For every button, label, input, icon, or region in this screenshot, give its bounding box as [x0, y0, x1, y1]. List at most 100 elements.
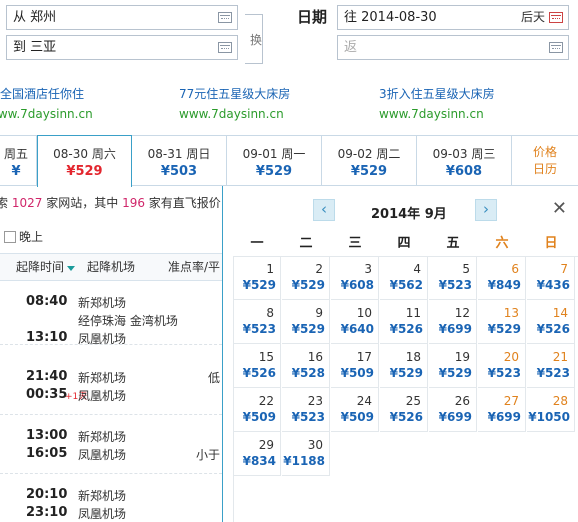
date-tab[interactable]: 08-31 周日 ¥503 [132, 136, 227, 186]
ad-item[interactable]: 3折入住五星级大床房 www.7daysinn.cn [379, 84, 495, 124]
calendar-day[interactable]: 2 ¥529 [282, 256, 330, 300]
depart-airport: 新郑机场 [78, 371, 127, 385]
date-tab-selected[interactable]: 08-30 周六 ¥529 [37, 135, 132, 187]
calendar-day[interactable]: 28 ¥1050 [527, 388, 575, 432]
arrive-time: 23:10 [26, 505, 68, 520]
calendar-day[interactable]: 15 ¥526 [233, 344, 281, 388]
calendar-day[interactable]: 19 ¥529 [429, 344, 477, 388]
city-picker-icon[interactable] [218, 42, 232, 53]
calendar-month-title: 2014年 9月 [371, 207, 447, 222]
depart-time: 13:00 [26, 428, 68, 443]
calendar-day[interactable]: 1 ¥529 [233, 256, 281, 300]
date-tab[interactable]: 周五 ¥ [0, 136, 37, 186]
calendar-day-number: 28 [552, 394, 568, 408]
chevron-left-icon: ‹ [321, 200, 327, 218]
calendar-day[interactable]: 14 ¥526 [527, 300, 575, 344]
flight-row[interactable]: 20:10 新郑机场 23:10 凤凰机场 [0, 476, 232, 522]
arrive-time: 16:05 [26, 446, 68, 461]
return-date-input[interactable]: 返 [337, 35, 569, 60]
weekday-label: 三 [348, 236, 362, 251]
calendar-day-price: ¥529 [291, 322, 325, 336]
calendar-day-price: ¥526 [389, 322, 423, 336]
from-city-input[interactable]: 从 郑州 [6, 5, 238, 30]
depart-time: 08:40 [26, 294, 68, 309]
calendar-day[interactable]: 10 ¥640 [331, 300, 379, 344]
calendar-day-price: ¥526 [389, 410, 423, 424]
date-tab[interactable]: 09-02 周二 ¥529 [322, 136, 417, 186]
calendar-day[interactable]: 13 ¥529 [478, 300, 526, 344]
calendar-day-price: ¥523 [536, 366, 570, 380]
calendar-day[interactable]: 18 ¥529 [380, 344, 428, 388]
price-calendar-button[interactable]: 价格 日历 [512, 136, 578, 186]
calendar-day[interactable]: 6 ¥849 [478, 256, 526, 300]
calendar-day[interactable]: 9 ¥529 [282, 300, 330, 344]
calendar-day[interactable]: 12 ¥699 [429, 300, 477, 344]
calendar-day-number: 29 [258, 438, 274, 452]
calendar-day-number: 9 [315, 306, 323, 320]
date-tab[interactable]: 09-03 周三 ¥608 [417, 136, 512, 186]
weekday-label: 一 [250, 236, 264, 251]
calendar-day[interactable]: 11 ¥526 [380, 300, 428, 344]
calendar-day[interactable]: 21 ¥523 [527, 344, 575, 388]
ad-title[interactable]: 3折入住五星级大床房 [379, 84, 495, 104]
calendar-day[interactable]: 25 ¥526 [380, 388, 428, 432]
summary-middle: 家网站，其中 [46, 196, 119, 210]
calendar-day[interactable]: 23 ¥523 [282, 388, 330, 432]
return-date-placeholder: 返 [344, 40, 358, 55]
depart-time: 20:10 [26, 487, 68, 502]
calendar-day[interactable]: 4 ¥562 [380, 256, 428, 300]
arrive-time: 00:35 [26, 387, 68, 402]
calendar-day[interactable]: 20 ¥523 [478, 344, 526, 388]
calendar-day[interactable]: 16 ¥528 [282, 344, 330, 388]
ad-url[interactable]: www.7daysinn.cn [179, 104, 290, 124]
weekday-label: 日 [544, 236, 558, 251]
date-tab[interactable]: 09-01 周一 ¥529 [227, 136, 322, 186]
date-tab-label: 09-03 周三 [432, 147, 496, 161]
arrive-airport: 凤凰机场 [78, 507, 127, 521]
calendar-day[interactable]: 8 ¥523 [233, 300, 281, 344]
to-city-input[interactable]: 到 三亚 [6, 35, 238, 60]
ad-url[interactable]: www.7daysinn.cn [379, 104, 495, 124]
calendar-day-price: ¥529 [487, 322, 521, 336]
calendar-day-number: 24 [356, 394, 372, 408]
calendar-day[interactable]: 22 ¥509 [233, 388, 281, 432]
calendar-day[interactable]: 24 ¥509 [331, 388, 379, 432]
ad-url[interactable]: www.7daysinn.cn [0, 104, 93, 124]
ontime-rate: 低 [207, 371, 220, 385]
weekday-label: 二 [299, 236, 313, 251]
flight-row[interactable]: 08:40 新郑机场 经停珠海 金湾机场 13:10 凤凰机场 [0, 281, 232, 346]
ad-item[interactable]: 77元住五星级大床房 www.7daysinn.cn [179, 84, 290, 124]
sort-by-time[interactable]: 起降时间 [16, 254, 76, 281]
calendar-icon[interactable] [549, 12, 563, 23]
calendar-day[interactable]: 3 ¥608 [331, 256, 379, 300]
calendar-day[interactable]: 30 ¥1188 [282, 432, 330, 476]
ad-title[interactable]: 77元住五星级大床房 [179, 84, 290, 104]
calendar-day-price: ¥509 [340, 366, 374, 380]
close-icon[interactable]: ✕ [552, 200, 567, 218]
calendar-day[interactable]: 29 ¥834 [233, 432, 281, 476]
col-ontime[interactable]: 准点率/平 [168, 254, 220, 281]
evening-checkbox[interactable] [4, 231, 16, 243]
prev-month-button[interactable]: ‹ [313, 199, 335, 221]
calendar-day-price: ¥529 [291, 278, 325, 292]
summary-prefix: 索 [0, 196, 9, 210]
calendar-day[interactable]: 5 ¥523 [429, 256, 477, 300]
to-city-value: 到 三亚 [13, 40, 57, 55]
calendar-day[interactable]: 7 ¥436 [527, 256, 575, 300]
calendar-day-price: ¥523 [438, 278, 472, 292]
next-month-button[interactable]: › [475, 199, 497, 221]
depart-date-input[interactable]: 往 2014-08-30 后天 [337, 5, 569, 30]
ad-title[interactable]: 玩全国酒店任你住 [0, 84, 93, 104]
calendar-day[interactable]: 17 ¥509 [331, 344, 379, 388]
calendar-day[interactable]: 26 ¥699 [429, 388, 477, 432]
calendar-day-number: 7 [560, 262, 568, 276]
city-picker-icon[interactable] [218, 12, 232, 23]
date-tab-price: ¥529 [350, 164, 388, 179]
flight-row[interactable]: 13:00 新郑机场 16:05 凤凰机场 小于 [0, 416, 232, 474]
swap-cities-button[interactable]: 换 [245, 14, 263, 64]
calendar-icon[interactable] [549, 42, 563, 53]
ad-item[interactable]: 玩全国酒店任你住 www.7daysinn.cn [0, 84, 93, 124]
col-airport[interactable]: 起降机场 [87, 254, 135, 281]
calendar-day[interactable]: 27 ¥699 [478, 388, 526, 432]
flight-row[interactable]: 21:40 新郑机场 低 00:35 +1天 凤凰机场 [0, 357, 232, 415]
